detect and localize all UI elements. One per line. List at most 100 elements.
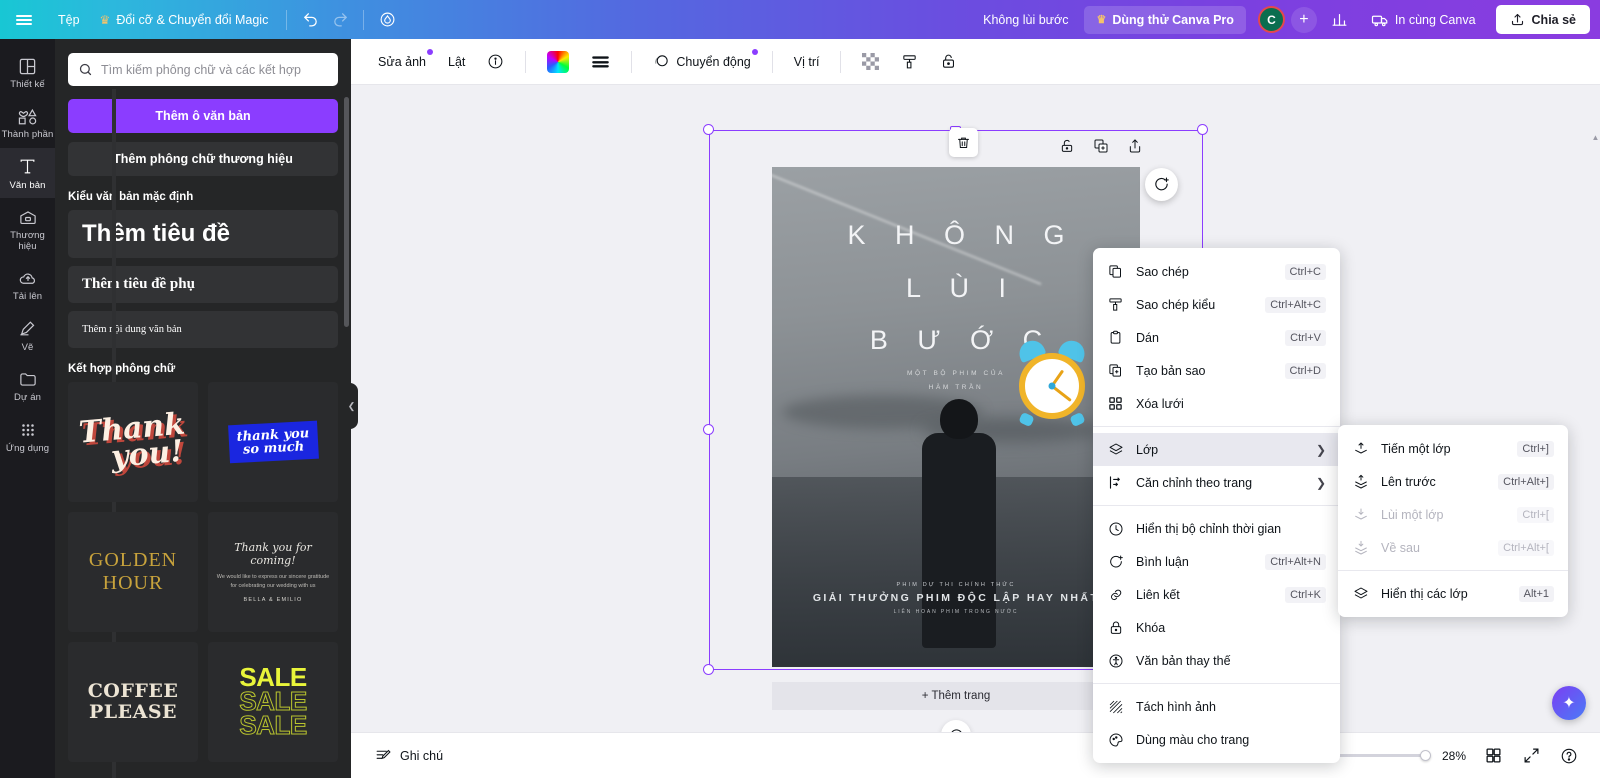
sidebar-item-text[interactable]: Văn bản xyxy=(0,147,55,199)
search-input[interactable] xyxy=(101,62,328,77)
submenu-item-forward-one[interactable]: Tiến một lớp Ctrl+] xyxy=(1338,432,1568,465)
context-item-alt-text[interactable]: Văn bản thay thế xyxy=(1093,644,1340,677)
context-item-layers[interactable]: Lớp ❯ xyxy=(1093,433,1340,466)
color-button[interactable] xyxy=(538,47,578,77)
chevron-right-icon: ❯ xyxy=(1315,442,1326,457)
context-item-label: Tạo bản sao xyxy=(1136,363,1206,378)
context-item-align-to-page[interactable]: Căn chỉnh theo trang ❯ xyxy=(1093,466,1340,499)
share-button[interactable]: Chia sẻ xyxy=(1495,5,1590,34)
lock-button[interactable] xyxy=(931,47,966,77)
poster-design[interactable]: K H Ô N G L Ù I B Ư Ớ C MỘT BỘ PHIM CỦA … xyxy=(772,167,1140,667)
context-item-remove-grid[interactable]: Xóa lưới xyxy=(1093,387,1340,420)
share-element-icon[interactable] xyxy=(1127,138,1143,154)
help-icon[interactable] xyxy=(1554,741,1584,771)
combo-coffee-please[interactable]: COFFEE PLEASE xyxy=(68,642,198,762)
forward-one-icon xyxy=(1352,441,1369,457)
combo-golden-hour[interactable]: GOLDEN HOUR xyxy=(68,512,198,632)
lock-icon[interactable] xyxy=(1059,138,1075,154)
notes-button[interactable]: Ghi chú xyxy=(367,741,451,770)
canva-editor-window: Tệp ♛ Đổi cỡ & Chuyển đổi Magic Không lù… xyxy=(0,0,1600,778)
sidebar-item-elements[interactable]: Thành phần xyxy=(0,97,55,147)
copy-style-button[interactable] xyxy=(892,47,927,77)
collapse-panel-button[interactable]: ❮ xyxy=(345,383,358,429)
add-page-button[interactable]: + Thêm trang xyxy=(772,682,1140,710)
hamburger-icon[interactable] xyxy=(0,13,48,27)
panel-scrollbar[interactable] xyxy=(344,97,349,327)
context-item-link[interactable]: Liên kết Ctrl+K xyxy=(1093,578,1340,611)
style-heading[interactable]: Thêm tiêu đề xyxy=(68,210,338,258)
sidebar-item-brand[interactable]: Thương hiệu xyxy=(0,198,55,259)
duplicate-icon[interactable] xyxy=(1093,138,1109,154)
search-box[interactable] xyxy=(68,53,338,86)
submenu-item-label: Lùi một lớp xyxy=(1381,507,1444,522)
combo-thank-you[interactable]: Thank you! xyxy=(68,382,198,502)
vertical-scrollbar[interactable]: ▲ ▼ xyxy=(1591,133,1600,755)
scroll-up-arrow[interactable]: ▲ xyxy=(1592,133,1600,142)
document-title[interactable]: Không lùi bước xyxy=(973,8,1078,32)
copy-style-icon xyxy=(1107,297,1124,312)
delete-element-button[interactable] xyxy=(949,128,978,157)
add-textbox-button[interactable]: Thêm ô văn bản xyxy=(68,99,338,133)
magic-sparkle-icon[interactable]: ✦ xyxy=(1552,686,1586,720)
grid-view-icon[interactable] xyxy=(1478,741,1508,771)
poster-title-line: K H Ô N G xyxy=(847,220,1076,250)
context-item-show-timer[interactable]: Hiển thị bộ chỉnh thời gian xyxy=(1093,512,1340,545)
zoom-value[interactable]: 28% xyxy=(1438,749,1470,763)
transparency-icon xyxy=(862,53,880,70)
sidebar-item-draw[interactable]: Vẽ xyxy=(0,310,55,360)
crown-icon: ♛ xyxy=(99,12,111,27)
combo-thank-you-so-much[interactable]: thank you so much xyxy=(208,382,338,502)
fullscreen-icon[interactable] xyxy=(1516,741,1546,771)
try-canva-pro-button[interactable]: ♛ Dùng thử Canva Pro xyxy=(1084,5,1246,34)
selection-handle-tl[interactable] xyxy=(703,124,714,135)
context-item-separate-image[interactable]: Tách hình ảnh xyxy=(1093,690,1340,723)
submenu-item-backward-one: Lùi một lớp Ctrl+[ xyxy=(1338,498,1568,531)
combo-wedding-invite[interactable]: Thank you for coming! We would like to e… xyxy=(208,512,338,632)
magic-resize-button[interactable]: ♛ Đổi cỡ & Chuyển đổi Magic xyxy=(90,7,279,33)
divider xyxy=(771,50,773,73)
combo-sale[interactable]: SALE SALE SALE xyxy=(208,642,338,762)
sidebar-item-projects[interactable]: Dự án xyxy=(0,360,55,410)
add-comment-button[interactable] xyxy=(1145,168,1178,201)
zoom-slider[interactable] xyxy=(1325,750,1431,761)
submenu-item-show-layers[interactable]: Hiển thị các lớp Alt+1 xyxy=(1338,577,1568,610)
context-item-copy-style[interactable]: Sao chép kiểu Ctrl+Alt+C xyxy=(1093,288,1340,321)
context-item-duplicate[interactable]: Tạo bản sao Ctrl+D xyxy=(1093,354,1340,387)
lines-button[interactable] xyxy=(582,47,619,77)
transparency-button[interactable] xyxy=(853,47,888,77)
animate-button[interactable]: Chuyển động xyxy=(644,47,759,77)
context-item-lock[interactable]: Khóa xyxy=(1093,611,1340,644)
position-button[interactable]: Vị trí xyxy=(785,47,829,77)
context-item-copy[interactable]: Sao chép Ctrl+C xyxy=(1093,255,1340,288)
flip-button[interactable]: Lật xyxy=(439,47,474,77)
info-icon[interactable] xyxy=(478,47,513,77)
zoom-slider-knob[interactable] xyxy=(1420,750,1431,761)
style-subheading[interactable]: Thêm tiêu đề phụ xyxy=(68,266,338,303)
add-brand-font-button[interactable]: Thêm phông chữ thương hiệu xyxy=(68,142,338,176)
sidebar-item-apps[interactable]: Ứng dụng xyxy=(0,411,55,461)
context-item-shortcut: Ctrl+Alt+C xyxy=(1265,296,1326,313)
print-with-canva-button[interactable]: In cùng Canva xyxy=(1361,5,1486,35)
file-menu-button[interactable]: Tệp xyxy=(48,7,90,33)
selection-handle-left[interactable] xyxy=(703,424,714,435)
bar-chart-icon[interactable] xyxy=(1325,5,1355,35)
invite-members-button[interactable]: + xyxy=(1290,6,1317,33)
selection-handle-tr[interactable] xyxy=(1197,124,1208,135)
selection-handle-bl[interactable] xyxy=(703,664,714,675)
poster-footer-line: LIÊN HOAN PHIM TRONG NƯỚC xyxy=(893,609,1019,615)
sidebar-label: Thương hiệu xyxy=(10,230,45,252)
undo-icon[interactable] xyxy=(295,5,325,35)
alarm-clock-sticker[interactable] xyxy=(1012,335,1092,428)
divider xyxy=(1338,570,1568,571)
avatar[interactable]: C xyxy=(1257,6,1285,33)
context-item-comment[interactable]: Bình luận Ctrl+Alt+N xyxy=(1093,545,1340,578)
sidebar-item-uploads[interactable]: Tải lên xyxy=(0,259,55,309)
style-body[interactable]: Thêm nội dung văn bản xyxy=(68,311,338,348)
context-item-apply-color-to-page[interactable]: Dùng màu cho trang xyxy=(1093,723,1340,756)
submenu-item-bring-to-front[interactable]: Lên trước Ctrl+Alt+] xyxy=(1338,465,1568,498)
sidebar-item-design[interactable]: Thiết kế xyxy=(0,47,55,97)
edit-photo-button[interactable]: Sửa ảnh xyxy=(369,47,435,77)
context-item-paste[interactable]: Dán Ctrl+V xyxy=(1093,321,1340,354)
heal-icon[interactable] xyxy=(372,5,402,35)
redo-icon[interactable] xyxy=(325,5,355,35)
